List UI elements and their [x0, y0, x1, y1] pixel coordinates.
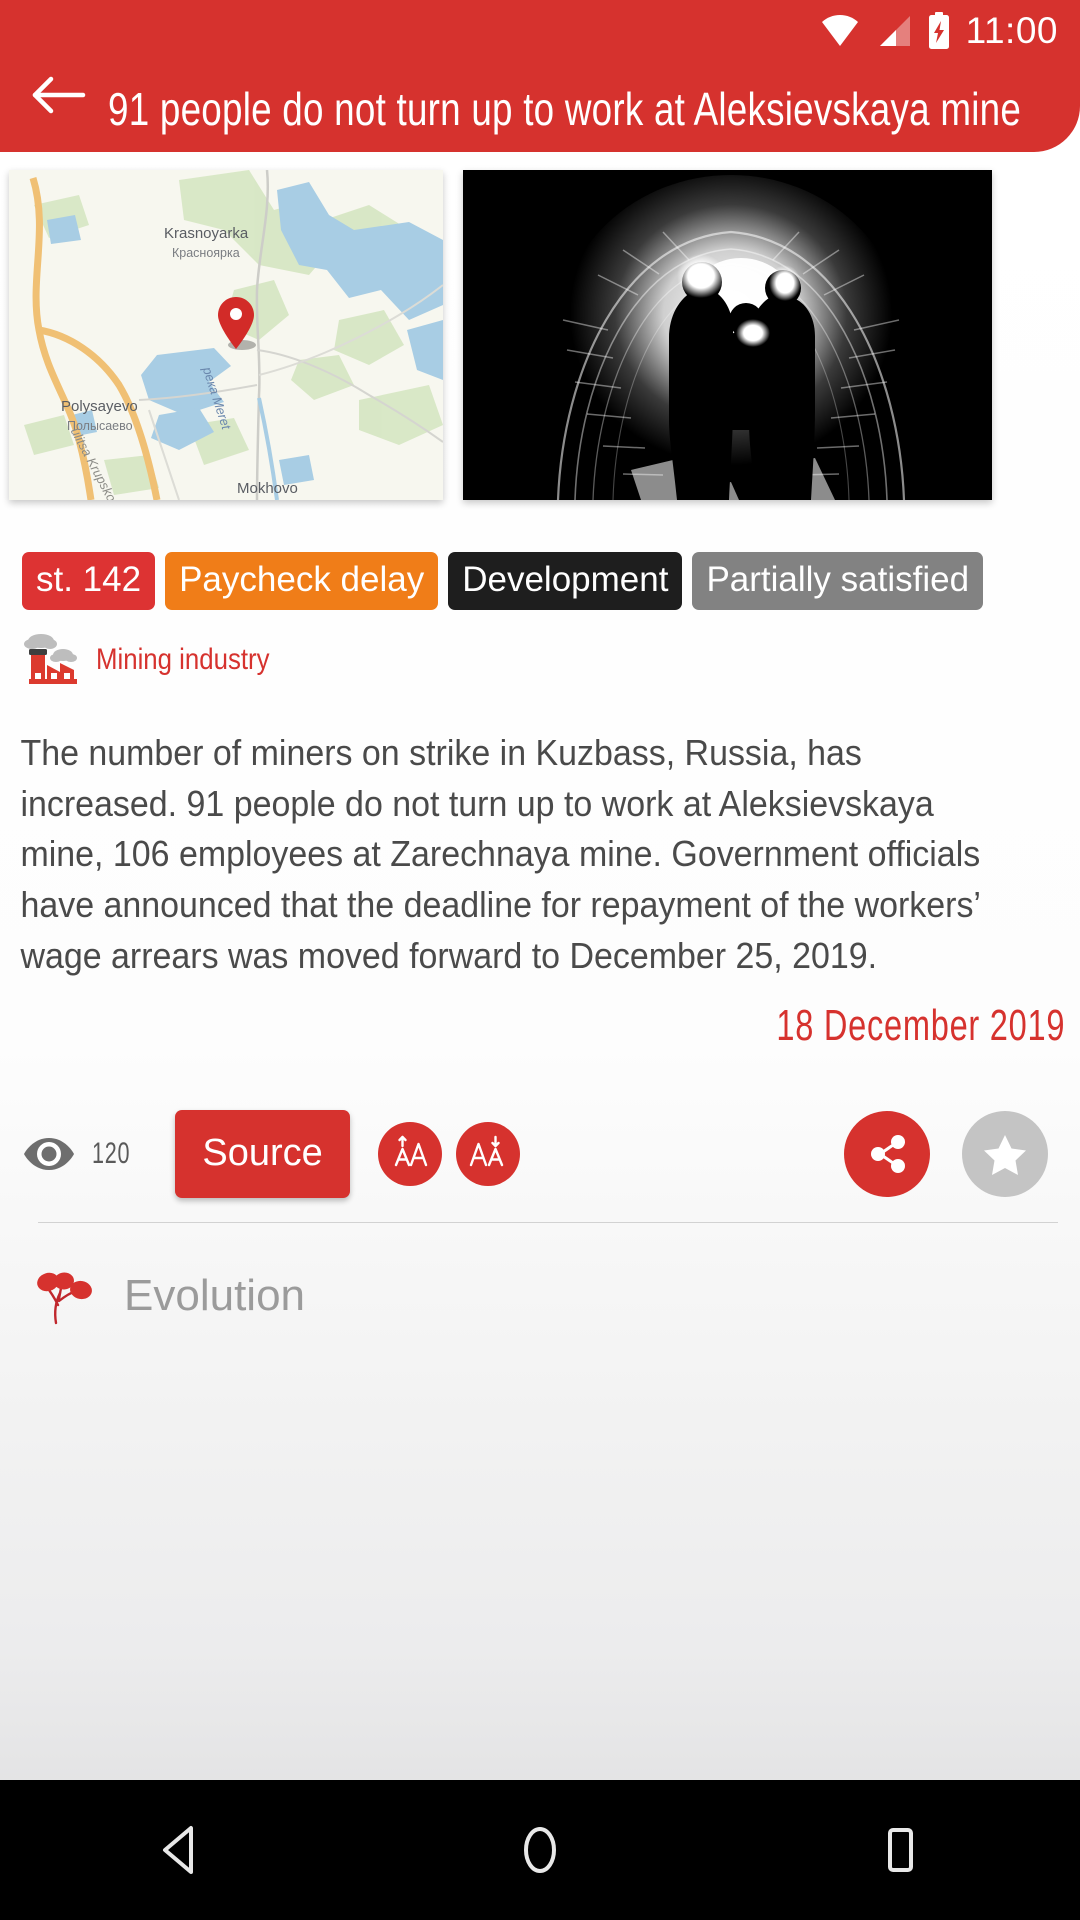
battery-charging-icon	[928, 12, 949, 49]
map-pin-icon	[218, 297, 256, 350]
map-label-mokhovo: Mokhovo	[237, 480, 298, 497]
tag-chip-row: st. 142 Paycheck delay Development Parti…	[0, 502, 1080, 610]
view-count-group: 120	[22, 1136, 145, 1172]
eye-icon	[24, 1137, 74, 1170]
evolution-label: Evolution	[124, 1270, 306, 1320]
font-size-decrease-icon[interactable]	[456, 1121, 521, 1186]
font-size-increase-icon[interactable]	[378, 1121, 443, 1186]
font-size-controls	[378, 1121, 521, 1186]
nav-home-icon[interactable]	[450, 1780, 630, 1920]
view-count-label: 120	[92, 1136, 131, 1170]
location-map-thumbnail[interactable]: Krasnoyarka Красноярка Polysayevo Полыса…	[9, 170, 443, 500]
evolution-row[interactable]: Evolution	[0, 1223, 1080, 1327]
article-body-text: The number of miners on strike in Kuzbas…	[20, 732, 981, 976]
tag-chip-reason[interactable]: Paycheck delay	[165, 552, 439, 610]
page-title: 91 people do not turn up to work at Alek…	[108, 83, 1022, 135]
share-icon[interactable]	[844, 1110, 930, 1197]
action-bar: 120 Source	[0, 1048, 1080, 1208]
status-bar: 11:00	[0, 0, 1080, 62]
industry-label: Mining industry	[96, 643, 270, 676]
cellular-signal-icon	[879, 16, 910, 46]
nav-recents-icon[interactable]	[810, 1780, 990, 1920]
evolution-branch-icon	[37, 1272, 92, 1324]
industry-row[interactable]: Mining industry	[0, 610, 1080, 688]
source-button[interactable]: Source	[175, 1109, 351, 1198]
star-icon[interactable]	[962, 1110, 1048, 1197]
article-content: Krasnoyarka Красноярка Polysayevo Полыса…	[0, 152, 1080, 1780]
share-favorite-group	[844, 1110, 1048, 1197]
tag-chip-article[interactable]: st. 142	[22, 552, 156, 610]
media-row: Krasnoyarka Красноярка Polysayevo Полыса…	[0, 152, 1080, 502]
arrow-left-icon	[32, 76, 86, 114]
mine-photo-graphic	[463, 170, 992, 500]
tag-chip-stage[interactable]: Development	[448, 552, 683, 610]
article-date: 18 December 2019	[776, 1000, 1066, 1050]
factory-icon	[24, 634, 77, 684]
nav-back-icon[interactable]	[90, 1780, 270, 1920]
back-button[interactable]	[10, 58, 106, 132]
system-navigation-bar	[0, 1780, 1080, 1920]
map-label-polysayevo: Polysayevo	[61, 398, 138, 415]
map-label-krasnoyarka-ru: Красноярка	[172, 246, 240, 260]
map-label-krasnoyarka: Krasnoyarka	[164, 225, 249, 242]
status-bar-clock: 11:00	[965, 10, 1058, 51]
wifi-icon	[821, 15, 858, 46]
tag-chip-resolution[interactable]: Partially satisfied	[692, 552, 984, 610]
mine-tunnel-photo[interactable]	[463, 170, 992, 500]
